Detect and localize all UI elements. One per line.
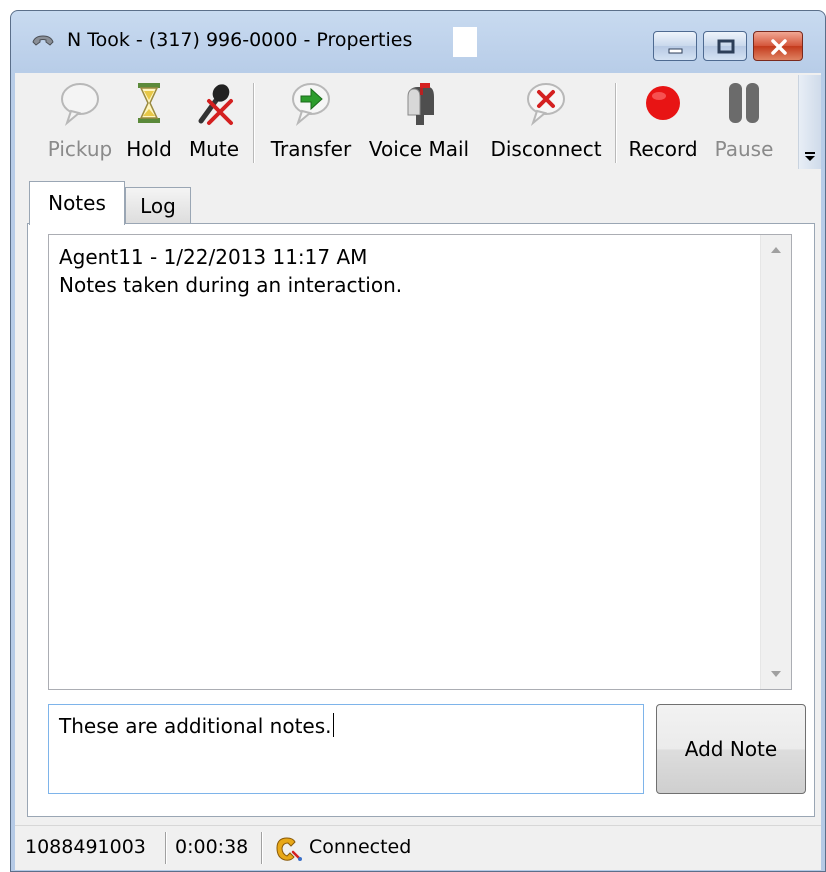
- record-button[interactable]: Record: [621, 77, 705, 167]
- tab-notes[interactable]: Notes: [29, 181, 125, 225]
- notes-content: Agent11 - 1/22/2013 11:17 AM Notes taken …: [59, 243, 755, 299]
- caption-buttons: [647, 31, 803, 61]
- new-note-input[interactable]: These are additional notes.: [48, 704, 644, 794]
- toolbar-separator: [253, 83, 255, 163]
- call-id: 1088491003: [25, 836, 146, 858]
- call-state: Connected: [309, 836, 412, 858]
- disconnect-icon: [527, 83, 565, 127]
- status-separator: [261, 832, 263, 864]
- maximize-button[interactable]: [703, 31, 747, 61]
- record-label: Record: [628, 137, 698, 161]
- voice-mail-button[interactable]: Voice Mail: [359, 77, 479, 167]
- minimize-icon: [668, 48, 683, 54]
- call-toolbar: Pickup Hold Mute Transfer Voice Mail Dis…: [15, 73, 797, 169]
- client-area: Pickup Hold Mute Transfer Voice Mail Dis…: [15, 73, 821, 870]
- text-caret: [332, 713, 334, 737]
- disconnect-button[interactable]: Disconnect: [481, 77, 611, 167]
- close-button[interactable]: [753, 31, 803, 61]
- voice-mail-label: Voice Mail: [368, 137, 470, 161]
- mailbox-icon: [407, 83, 434, 125]
- notes-panel: Agent11 - 1/22/2013 11:17 AM Notes taken …: [27, 223, 815, 817]
- mute-button[interactable]: Mute: [181, 77, 247, 167]
- scroll-up-icon[interactable]: [761, 235, 791, 265]
- muted-microphone-icon: [198, 84, 233, 125]
- pause-icon: [729, 83, 759, 123]
- transfer-label: Transfer: [270, 137, 352, 161]
- pickup-button[interactable]: Pickup: [41, 77, 119, 167]
- minimize-button[interactable]: [653, 31, 697, 61]
- call-duration: 0:00:38: [175, 836, 249, 858]
- mute-label: Mute: [188, 137, 240, 161]
- status-separator: [165, 832, 167, 864]
- chevron-down-icon: [805, 152, 815, 161]
- pause-button[interactable]: Pause: [707, 77, 781, 167]
- transfer-arrow-icon: [292, 83, 330, 127]
- window-title: N Took - (317) 996-0000 - Properties: [67, 29, 413, 51]
- phone-connected-icon: [276, 837, 302, 861]
- hourglass-icon: [138, 83, 160, 123]
- speech-bubble-icon: [61, 83, 99, 127]
- toolbar-overflow-button[interactable]: [798, 75, 821, 169]
- new-note-text: These are additional notes.: [59, 714, 332, 738]
- pickup-label: Pickup: [47, 137, 113, 161]
- note-header: Agent11 - 1/22/2013 11:17 AM: [59, 245, 368, 269]
- properties-window: N Took - (317) 996-0000 - Properties Pic…: [10, 10, 826, 872]
- title-bar[interactable]: N Took - (317) 996-0000 - Properties: [11, 11, 825, 71]
- note-body: Notes taken during an interaction.: [59, 273, 403, 297]
- pause-label: Pause: [714, 137, 774, 161]
- vertical-scrollbar[interactable]: [760, 235, 791, 689]
- notes-history[interactable]: Agent11 - 1/22/2013 11:17 AM Notes taken …: [48, 234, 792, 690]
- phone-handset-icon: [32, 35, 54, 46]
- status-bar: 1088491003 0:00:38 Connected: [15, 825, 821, 870]
- tab-log[interactable]: Log: [125, 187, 191, 225]
- maximize-icon: [717, 39, 735, 54]
- hold-label: Hold: [126, 137, 172, 161]
- transfer-button[interactable]: Transfer: [263, 77, 359, 167]
- add-note-button[interactable]: Add Note: [656, 704, 806, 794]
- hold-button[interactable]: Hold: [119, 77, 179, 167]
- toolbar-separator: [615, 83, 617, 163]
- close-icon: [771, 39, 787, 55]
- record-dot-icon: [646, 86, 680, 120]
- scroll-down-icon[interactable]: [761, 659, 791, 689]
- disconnect-label: Disconnect: [490, 137, 602, 161]
- title-highlight: [453, 27, 477, 57]
